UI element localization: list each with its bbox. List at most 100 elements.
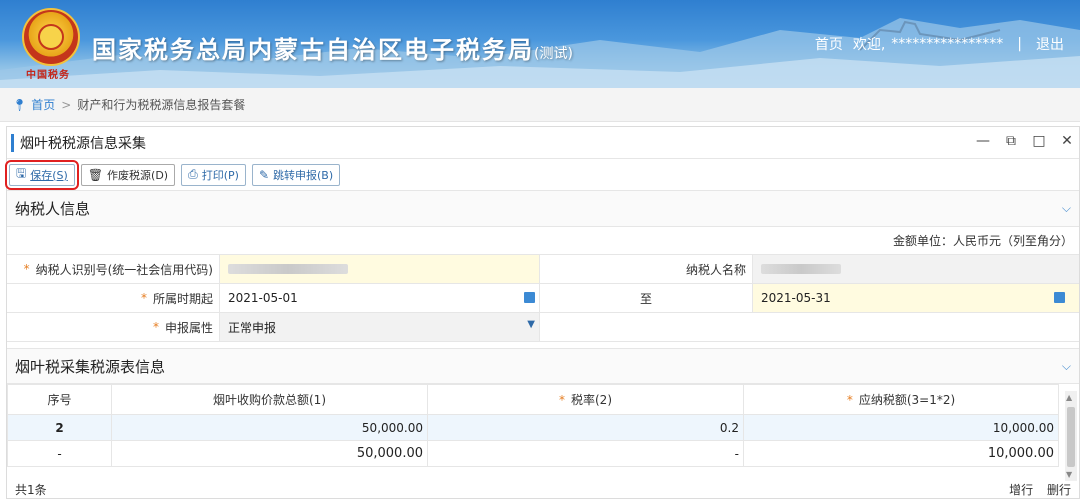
cell-index: - xyxy=(7,440,112,467)
dropdown-arrow-icon[interactable]: ▼ xyxy=(527,319,535,330)
print-button[interactable]: ⎙ 打印(P) xyxy=(181,163,246,186)
goto-declare-button[interactable]: ✎ 跳转申报(B) xyxy=(251,163,341,186)
taxpayer-section-header[interactable]: 纳税人信息 ⌵ xyxy=(7,191,1079,227)
scroll-up-icon[interactable]: ▲ xyxy=(1066,393,1072,402)
declare-attr-value: 正常申报 xyxy=(228,320,277,335)
period-to-label: 至 xyxy=(540,284,753,312)
site-title-main: 国家税务总局内蒙古自治区电子税务局 xyxy=(92,36,534,64)
form-row-taxpayer-id: * 纳税人识别号(统一社会信用代码) 纳税人名称 xyxy=(7,255,1079,284)
tax-source-table: 序号 烟叶收购价款总额(1) * 税率(2) * 应纳税额(3=1*2) 2 50,… xyxy=(7,384,1059,467)
cell-tax-payable: 10,000.00 xyxy=(743,440,1059,467)
table-footer: 共1条 增行 删行 xyxy=(7,480,1079,498)
taxpayer-id-label: * 纳税人识别号(统一社会信用代码) xyxy=(7,255,220,283)
delete-row-button[interactable]: 删行 xyxy=(1047,483,1071,497)
emblem-icon xyxy=(22,8,80,66)
table-row[interactable]: 2 50,000.00 0.2 10,000.00 xyxy=(7,414,1059,441)
period-start-label: * 所属时期起 xyxy=(7,284,220,312)
period-end-value: 2021-05-31 xyxy=(761,291,831,305)
add-row-button[interactable]: 增行 xyxy=(1009,483,1033,497)
table-row-total: - 50,000.00 - 10,000.00 xyxy=(7,440,1059,467)
maximize-icon[interactable]: □ xyxy=(1031,133,1047,149)
void-source-button-label: 作废税源(D) xyxy=(107,168,169,182)
breadcrumb-current: 财产和行为税税源信息报告套餐 xyxy=(77,98,246,112)
scroll-thumb[interactable] xyxy=(1067,407,1075,467)
title-accent-bar xyxy=(11,133,14,152)
period-start-value: 2021-05-01 xyxy=(228,291,298,305)
cell-index: 2 xyxy=(7,414,112,441)
required-mark: * xyxy=(559,393,565,407)
taxpayer-name-field xyxy=(753,255,1079,283)
window-controls: — ⧉ □ ✕ xyxy=(975,133,1075,149)
period-start-input[interactable]: 2021-05-01 xyxy=(220,284,540,312)
collect-section-title: 烟叶税采集税源表信息 xyxy=(15,357,166,376)
cell-tax-rate: - xyxy=(427,440,744,467)
col-tax-rate-text: 税率(2) xyxy=(571,393,612,407)
void-source-button[interactable]: 🗑︎ 作废税源(D) xyxy=(80,163,176,186)
location-pin-icon: 📍︎ xyxy=(12,97,28,112)
edit-icon: ✎ xyxy=(258,167,269,182)
redacted-value xyxy=(228,264,348,274)
main-panel: 烟叶税税源信息采集 — ⧉ □ ✕ 🖫︎ 保存(S) 🗑︎ 作废税源(D) ⎙ … xyxy=(5,126,1080,499)
goto-declare-button-label: 跳转申报(B) xyxy=(273,168,334,182)
toolbar: 🖫︎ 保存(S) 🗑︎ 作废税源(D) ⎙ 打印(P) ✎ 跳转申报(B) xyxy=(5,159,1079,191)
period-end-input[interactable]: 2021-05-31 xyxy=(753,284,1079,312)
row-actions: 增行 删行 xyxy=(999,481,1071,498)
calendar-icon[interactable] xyxy=(1054,292,1065,303)
required-mark: * xyxy=(140,291,147,305)
printer-icon: ⎙ xyxy=(188,167,198,181)
emblem-caption: 中国税务 xyxy=(26,70,70,81)
taxpayer-id-field[interactable] xyxy=(220,255,540,283)
col-tax-payable-text: 应纳税额(3=1*2) xyxy=(858,393,956,407)
record-count: 共1条 xyxy=(15,482,47,497)
col-purchase-total: 烟叶收购价款总额(1) xyxy=(111,384,428,415)
collect-section-header[interactable]: 烟叶税采集税源表信息 ⌵ xyxy=(7,348,1079,384)
required-mark: * xyxy=(152,320,159,334)
col-tax-payable: * 应纳税额(3=1*2) xyxy=(743,384,1059,415)
print-button-label: 打印(P) xyxy=(201,168,239,182)
chevron-down-icon[interactable]: ⌵ xyxy=(1062,201,1071,216)
form-row-attribute: * 申报属性 正常申报 ▼ xyxy=(7,313,1079,342)
taxpayer-section-title: 纳税人信息 xyxy=(15,200,91,218)
cell-purchase-total: 50,000.00 xyxy=(111,440,428,467)
declare-attr-label: * 申报属性 xyxy=(7,313,220,341)
cell-purchase-total[interactable]: 50,000.00 xyxy=(111,414,428,441)
panel-title: 烟叶税税源信息采集 xyxy=(20,135,146,152)
scroll-down-icon[interactable]: ▼ xyxy=(1066,470,1072,479)
site-title: 国家税务总局内蒙古自治区电子税务局(测试) xyxy=(92,30,573,65)
site-title-suffix: (测试) xyxy=(534,46,573,62)
nav-welcome-text: 欢迎, xyxy=(852,37,886,53)
required-mark: * xyxy=(846,393,853,407)
breadcrumb: 📍︎ 首页 > 财产和行为税税源信息报告套餐 xyxy=(0,88,1080,122)
chevron-down-icon[interactable]: ⌵ xyxy=(1062,359,1071,374)
calendar-icon[interactable] xyxy=(524,292,535,303)
nav-separator: | xyxy=(1017,36,1022,52)
declare-attr-label-text: 申报属性 xyxy=(164,320,213,335)
restore-icon[interactable]: ⧉ xyxy=(1003,133,1019,149)
taxpayer-name-label: 纳税人名称 xyxy=(540,255,753,283)
save-button[interactable]: 🖫︎ 保存(S) xyxy=(5,159,79,190)
form-row-period: * 所属时期起 2021-05-01 至 2021-05-31 xyxy=(7,284,1079,313)
header-banner: 中国税务 国家税务总局内蒙古自治区电子税务局(测试) 首页 欢迎, ******… xyxy=(0,0,1080,88)
panel-header: 烟叶税税源信息采集 — ⧉ □ ✕ xyxy=(7,127,1079,159)
period-start-label-text: 所属时期起 xyxy=(152,291,213,306)
cell-tax-payable: 10,000.00 xyxy=(743,414,1059,441)
empty-cell xyxy=(540,313,1079,341)
floppy-disk-icon: 🖫︎ xyxy=(16,166,27,180)
cell-tax-rate[interactable]: 0.2 xyxy=(427,414,744,441)
breadcrumb-home-link[interactable]: 首页 xyxy=(31,96,55,113)
minimize-icon[interactable]: — xyxy=(975,133,991,149)
close-icon[interactable]: ✕ xyxy=(1059,133,1075,149)
col-index: 序号 xyxy=(7,384,112,415)
amount-unit-note: 金额单位：人民币元（列至角分） xyxy=(7,227,1079,255)
breadcrumb-arrow: > xyxy=(61,97,72,112)
header-nav: 首页 欢迎, **************** | 退出 xyxy=(805,34,1064,54)
declare-attr-select[interactable]: 正常申报 ▼ xyxy=(220,313,540,341)
table-header-row: 序号 烟叶收购价款总额(1) * 税率(2) * 应纳税额(3=1*2) xyxy=(7,384,1059,415)
nav-home-link[interactable]: 首页 xyxy=(815,34,843,54)
required-mark: * xyxy=(23,262,30,276)
table-scrollbar[interactable]: ▲ ▼ xyxy=(1065,391,1077,481)
save-button-label: 保存(S) xyxy=(30,168,68,182)
nav-username: **************** xyxy=(891,36,1004,52)
trash-icon: 🗑︎ xyxy=(87,167,104,182)
nav-logout-link[interactable]: 退出 xyxy=(1036,34,1064,54)
